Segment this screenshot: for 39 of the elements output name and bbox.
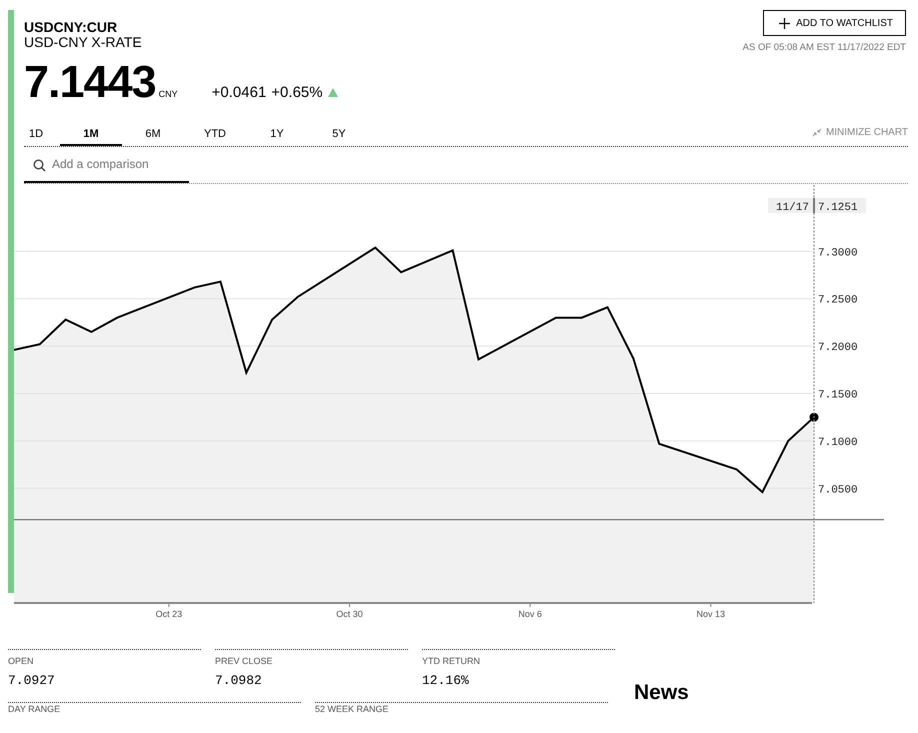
minimize-chart-button[interactable]: MINIMIZE CHART	[812, 127, 908, 146]
stat-label: OPEN	[8, 656, 35, 666]
y-axis-label: 7.0500	[818, 484, 858, 496]
y-axis-label: 7.1500	[818, 390, 858, 402]
range-tab[interactable]: 1D	[12, 126, 60, 146]
stat-value: 12.16%	[422, 673, 470, 688]
stat-value: 7.0927	[8, 673, 56, 688]
timestamp: AS OF 05:08 AM EST 11/17/2022 EDT	[742, 42, 906, 53]
stat-label: YTD RETURN	[422, 656, 481, 666]
y-axis-label: 7.2500	[818, 294, 858, 307]
x-axis-label: Oct 30	[336, 609, 363, 619]
x-axis-label: Nov 13	[696, 609, 726, 619]
x-axis-label: Oct 23	[156, 609, 182, 619]
y-axis-label: 7.2000	[818, 342, 858, 354]
range-tab[interactable]: YTD	[184, 126, 246, 146]
stat-label: PREV CLOSE	[215, 656, 274, 666]
news-heading: News	[634, 681, 689, 706]
search-icon	[33, 159, 46, 172]
minimize-icon	[812, 128, 822, 137]
range-tab[interactable]: 5Y	[308, 126, 370, 146]
range-tab[interactable]: 1Y	[246, 126, 308, 146]
price-change: +0.0461	[212, 84, 266, 101]
stat-value: 7.0982	[215, 673, 263, 688]
x-axis-label: Nov 6	[518, 609, 542, 619]
add-to-watchlist-button[interactable]: ADD TO WATCHLIST	[763, 10, 906, 36]
plus-icon	[779, 18, 790, 28]
last-point-marker	[810, 412, 818, 422]
stat-label: DAY RANGE	[8, 704, 62, 714]
y-axis-label: 7.1000	[818, 436, 858, 449]
stat-label: 52 WEEK RANGE	[315, 704, 390, 714]
ticker-symbol: USDCNY:CUR	[24, 20, 118, 35]
price: 7.1443	[24, 56, 156, 108]
instrument-name: USD-CNY X-RATE	[24, 35, 143, 50]
range-tab[interactable]: 6M	[122, 126, 184, 146]
tooltip-value: 7.1251	[818, 202, 858, 214]
y-axis-label: 7.3000	[818, 247, 858, 260]
percent-change: +0.65%	[271, 84, 323, 101]
currency: CNY	[158, 89, 178, 99]
tooltip-date: 11/17	[776, 202, 809, 214]
